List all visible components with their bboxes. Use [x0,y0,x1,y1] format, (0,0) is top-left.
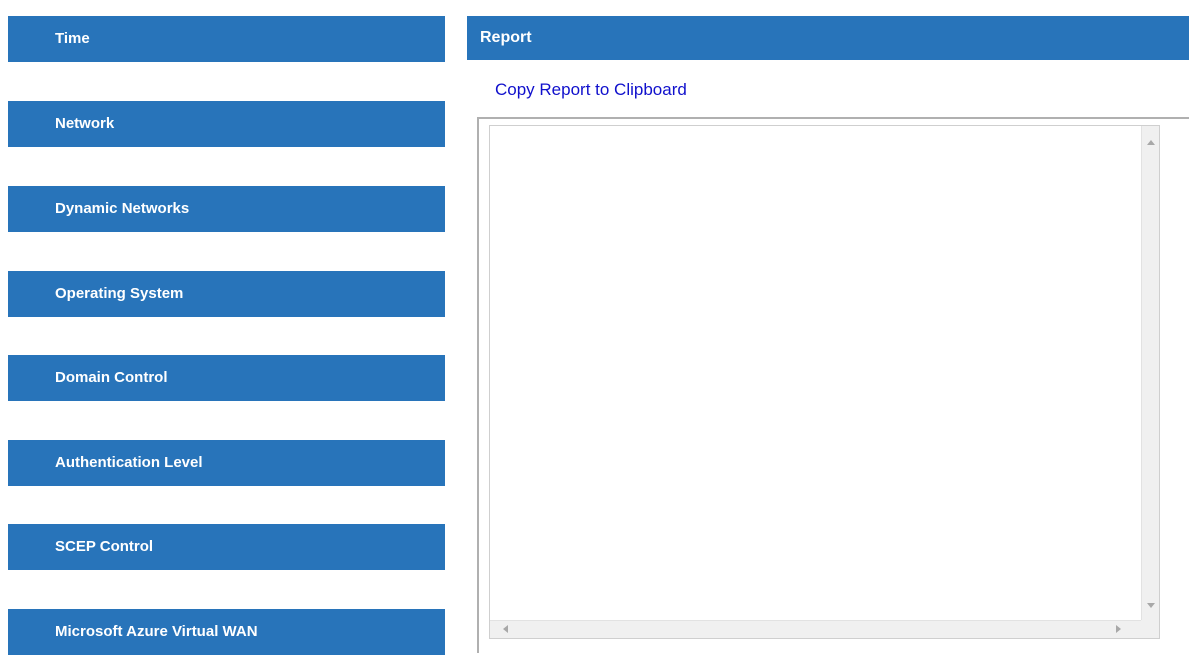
sidebar-item-network[interactable]: Network [8,101,445,147]
report-header: Report [467,16,1189,60]
sidebar-item-label: SCEP Control [55,538,154,555]
scroll-left-arrow-icon[interactable] [503,625,508,633]
copy-report-link[interactable]: Copy Report to Clipboard [495,80,687,100]
sidebar-item-label: Domain Control [55,369,168,386]
sidebar-item-label: Operating System [55,285,184,302]
report-title: Report [480,29,532,46]
sidebar-item-authentication-level[interactable]: Authentication Level [8,440,445,486]
report-content[interactable] [490,126,1141,620]
sidebar-item-domain-control[interactable]: Domain Control [8,355,445,401]
sidebar-item-scep-control[interactable]: SCEP Control [8,524,445,570]
sidebar-item-label: Network [55,115,115,132]
horizontal-scrollbar[interactable] [490,620,1141,638]
scroll-right-arrow-icon[interactable] [1116,625,1121,633]
scroll-up-arrow-icon[interactable] [1147,140,1155,145]
scroll-down-arrow-icon[interactable] [1147,603,1155,608]
sidebar-item-label: Dynamic Networks [55,200,190,217]
sidebar-item-time[interactable]: Time [8,16,445,62]
scrollbar-corner [1141,620,1159,638]
sidebar-item-label: Time [55,30,90,47]
sidebar-item-operating-system[interactable]: Operating System [8,271,445,317]
vertical-scrollbar[interactable] [1141,126,1159,620]
sidebar-item-dynamic-networks[interactable]: Dynamic Networks [8,186,445,232]
sidebar-item-label: Authentication Level [55,454,203,471]
sidebar-item-label: Microsoft Azure Virtual WAN [55,623,258,640]
report-textarea[interactable] [489,125,1160,639]
sidebar-item-microsoft-azure-virtual-wan[interactable]: Microsoft Azure Virtual WAN [8,609,445,655]
